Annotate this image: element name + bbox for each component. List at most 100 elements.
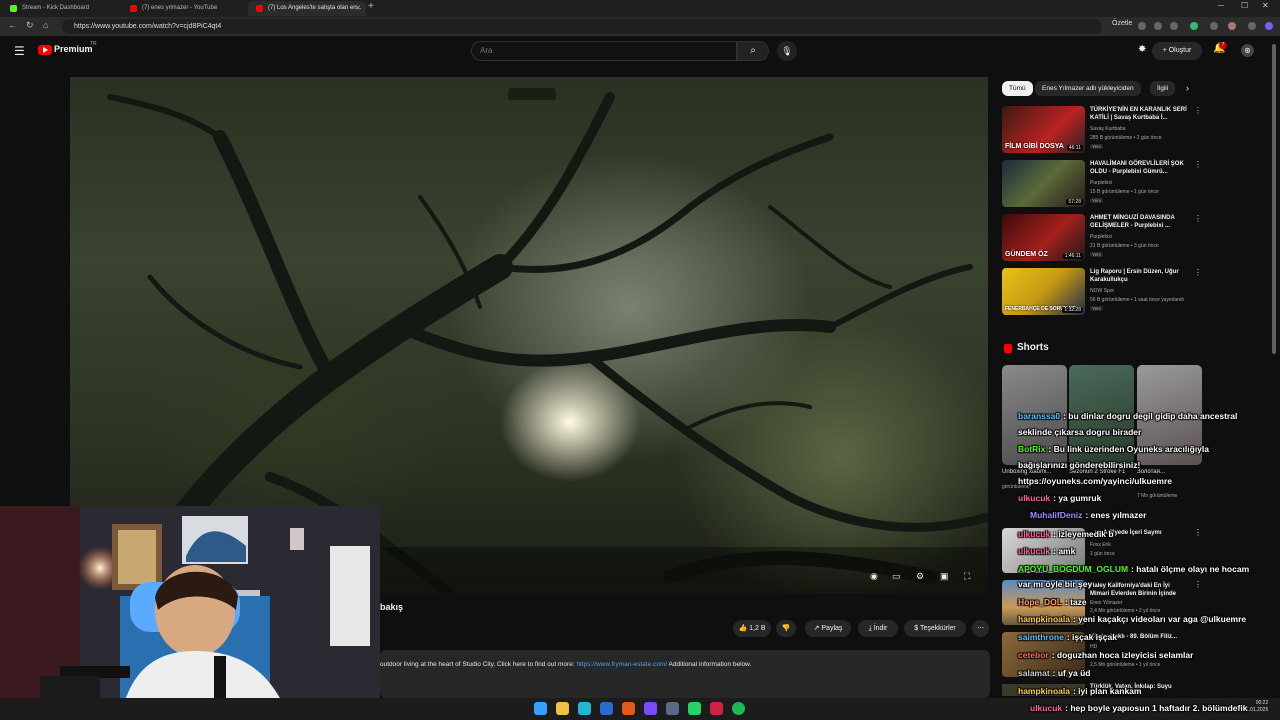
chat-username: APOYU_BOGDUM_OGLUM	[1018, 564, 1129, 574]
extension-icon[interactable]	[1138, 22, 1146, 30]
description-text: outdoor living at the heart of Studio Ci…	[380, 661, 751, 668]
maximize-button[interactable]: ☐	[1241, 1, 1248, 10]
chat-username: baranssa0	[1018, 411, 1061, 421]
app-icon[interactable]	[622, 702, 635, 715]
more-vert-icon[interactable]: ⋮	[1194, 214, 1202, 223]
taskbar-clock[interactable]: 00:22 1.01.2025	[1246, 700, 1268, 714]
fullscreen-icon[interactable]: ⛶	[964, 571, 970, 582]
whatsapp-icon[interactable]	[688, 702, 701, 715]
account-avatar[interactable]: ⊛	[1241, 44, 1254, 57]
share-label: Paylaş	[821, 625, 843, 632]
summarize-button[interactable]: Özetle	[1112, 20, 1132, 27]
pip-controls[interactable]	[508, 88, 556, 100]
chat-message: ulkucuk: amk	[1018, 546, 1075, 556]
chat-username: hampkinoala	[1018, 686, 1070, 696]
video-thumbnail: 57:28	[1002, 160, 1085, 207]
discord-icon[interactable]	[644, 702, 657, 715]
description-link[interactable]: https://www.fryman-estate.com/	[576, 661, 667, 668]
subtitles-icon[interactable]: ▭	[892, 571, 901, 582]
chat-username: ulkucuk	[1030, 703, 1063, 713]
channel-name: Purplebixi	[1090, 180, 1112, 186]
channel-name: Foxx Erik	[1090, 542, 1111, 548]
video-thumbnail: FİLM GİBİ DOSYA 46:11	[1002, 106, 1085, 153]
cast-icon[interactable]: ✸	[1138, 44, 1146, 55]
more-vert-icon[interactable]: ⋮	[1194, 580, 1202, 589]
share-button[interactable]: ↗ Paylaş	[805, 620, 851, 637]
download-button[interactable]: ⤓ İndir	[858, 620, 898, 637]
video-meta: 15 B görüntüleme • 1 gün önce	[1090, 189, 1159, 195]
create-button[interactable]: + Oluştur	[1152, 42, 1202, 60]
close-window-button[interactable]: ✕	[1262, 1, 1269, 10]
extension-icon[interactable]	[1210, 22, 1218, 30]
close-tab-icon[interactable]: ✕	[355, 1, 361, 16]
app-icon[interactable]	[710, 702, 723, 715]
chevron-right-icon[interactable]: ›	[1186, 83, 1189, 93]
new-tab-button[interactable]: +	[368, 1, 374, 12]
more-vert-icon[interactable]: ⋮	[1194, 268, 1202, 277]
settings-gear-icon[interactable]: ⚙	[916, 571, 924, 582]
description-suffix: Additional information below.	[667, 661, 752, 668]
bookmark-icon[interactable]	[1170, 22, 1178, 30]
thanks-button[interactable]: $ Teşekkürler	[904, 620, 966, 637]
voice-search-button[interactable]: 🎙	[777, 41, 797, 61]
chat-message-text: : iyi plan kankam	[1072, 686, 1142, 696]
tab-label: (7) Los Angeles'te satışta olan en...	[268, 5, 362, 11]
tab-label: (7) enes yılmazer - YouTube	[142, 5, 218, 11]
back-icon[interactable]: ←	[8, 20, 17, 30]
chat-message: Hope_DOL: taze	[1018, 597, 1087, 607]
chat-message-text: bağışlarınızı gönderebilirsiniz!	[1018, 460, 1141, 470]
menu-dots-icon[interactable]	[1248, 22, 1256, 30]
download-label: İndir	[873, 625, 888, 632]
short-title: Золотая...	[1137, 469, 1165, 475]
copilot-icon[interactable]	[1265, 22, 1273, 30]
address-bar[interactable]: https://www.youtube.com/watch?v=cjd8PiC4…	[62, 19, 1102, 34]
youtube-favicon-icon	[256, 5, 263, 12]
dislike-button[interactable]: 👎	[776, 620, 796, 637]
more-vert-icon[interactable]: ⋮	[1194, 160, 1202, 169]
autoplay-toggle[interactable]: ◉	[870, 571, 878, 582]
recommendation-item[interactable]: FENERBAHÇE DE SORUN NE 1:32:28 Lig Rapor…	[1002, 268, 1202, 316]
video-meta: 2,5 Mn görüntüleme • 1 yıl önce	[1090, 662, 1161, 668]
recommendation-title: Haley Kaliforniya'daki En İyi Mimari Evl…	[1090, 583, 1177, 597]
home-icon[interactable]: ⌂	[43, 20, 48, 30]
edge-browser-icon[interactable]	[578, 702, 591, 715]
app-icon[interactable]	[666, 702, 679, 715]
spotify-icon[interactable]	[732, 702, 745, 715]
profile-icon[interactable]	[1228, 22, 1236, 30]
more-vert-icon[interactable]: ⋮	[1194, 106, 1202, 115]
chat-message: var mı öyle bir şey	[1018, 579, 1092, 589]
browser-tab-kick[interactable]: Stream - Kick Dashboard	[2, 1, 120, 16]
file-explorer-icon[interactable]	[556, 702, 569, 715]
recommendation-item[interactable]: GÜNDEM ÖZ 1:46:11 AHMET MİNGUZİ DAVASIND…	[1002, 214, 1202, 262]
browser-tab-youtube-channel[interactable]: (7) enes yılmazer - YouTube	[122, 1, 240, 16]
more-vert-icon[interactable]: ⋮	[1194, 528, 1202, 537]
like-button[interactable]: 👍 1,2 B	[733, 620, 771, 637]
channel-name: Purplebixi	[1090, 234, 1112, 240]
hamburger-menu-icon[interactable]: ☰	[14, 44, 25, 58]
reload-icon[interactable]: ↻	[26, 20, 34, 31]
browser-tab-youtube-video[interactable]: (7) Los Angeles'te satışta olan en... ✕	[248, 1, 366, 16]
start-menu-icon[interactable]	[534, 702, 547, 715]
recommendation-item[interactable]: 57:28 HAVALİMANI GÖREVLİLERİ ŞOK OLDU - …	[1002, 160, 1202, 208]
recommendation-item[interactable]: FİLM GİBİ DOSYA 46:11 TÜRKİYE'NİN EN KAR…	[1002, 106, 1202, 154]
chat-message-text: : Bu link üzerinden Oyuneks aracılığıyla	[1048, 444, 1209, 454]
steam-icon[interactable]	[600, 702, 613, 715]
chip-related[interactable]: İlgili	[1150, 81, 1176, 96]
chat-message: BotRix: Bu link üzerinden Oyuneks aracıl…	[1018, 444, 1209, 454]
more-actions-button[interactable]: ⋯	[972, 620, 989, 637]
chat-message: https://oyuneks.com/yayinci/ulkuemre	[1018, 476, 1172, 486]
thanks-label: Teşekkürler	[919, 625, 956, 632]
chat-message: saimthrone: işçak işçak	[1018, 632, 1117, 642]
minimize-button[interactable]: ─	[1218, 1, 1224, 10]
chip-all[interactable]: Tümü	[1002, 81, 1033, 96]
chip-from-uploader[interactable]: Enes Yılmazer adlı yükleyiciden	[1035, 81, 1141, 96]
scrollbar[interactable]	[1272, 44, 1276, 354]
search-button[interactable]: ⌕	[737, 41, 769, 61]
extension-icon[interactable]	[1154, 22, 1162, 30]
chat-message-text: : uf ya üd	[1052, 668, 1091, 678]
extension-icon[interactable]	[1190, 22, 1198, 30]
video-title: bakış	[380, 602, 404, 612]
miniplayer-icon[interactable]: ▣	[940, 571, 949, 582]
description-box[interactable]	[380, 650, 990, 698]
search-input[interactable]: Ara	[471, 41, 737, 61]
